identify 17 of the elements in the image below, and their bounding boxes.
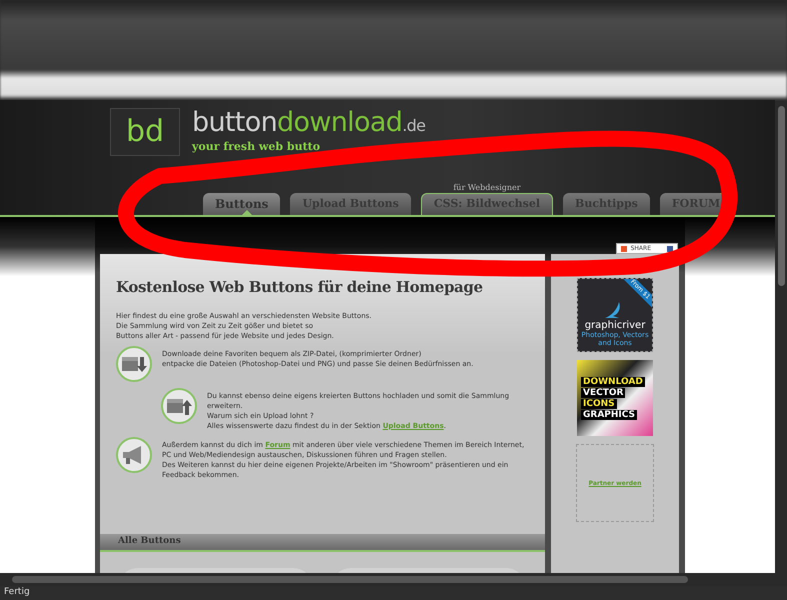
banner-text: VECTOR bbox=[581, 388, 626, 398]
banner-title: graphicriver bbox=[584, 320, 646, 331]
banner-text: DOWNLOAD bbox=[581, 376, 645, 386]
page-heading: Kostenlose Web Buttons für deine Homepage bbox=[115, 277, 484, 298]
logo-mark: bd bbox=[110, 108, 180, 156]
site-logo-text: buttondownload.de bbox=[192, 108, 426, 140]
section-header: Alle Buttons bbox=[100, 534, 545, 552]
box-upload-icon bbox=[161, 388, 197, 424]
tab-caption: für Webdesigner bbox=[453, 183, 521, 193]
banner-text: GRAPHICS bbox=[581, 410, 638, 420]
status-text: Fertig bbox=[4, 586, 30, 600]
ad-banner[interactable]: DOWNLOAD VECTOR ICONS GRAPHICS bbox=[577, 360, 653, 436]
tagline: your fresh web butto bbox=[192, 141, 322, 153]
megaphone-icon bbox=[116, 436, 152, 472]
banner-text: ICONS bbox=[581, 398, 617, 408]
box-download-icon bbox=[116, 346, 152, 382]
nav-tab[interactable]: Buttons bbox=[203, 193, 280, 215]
